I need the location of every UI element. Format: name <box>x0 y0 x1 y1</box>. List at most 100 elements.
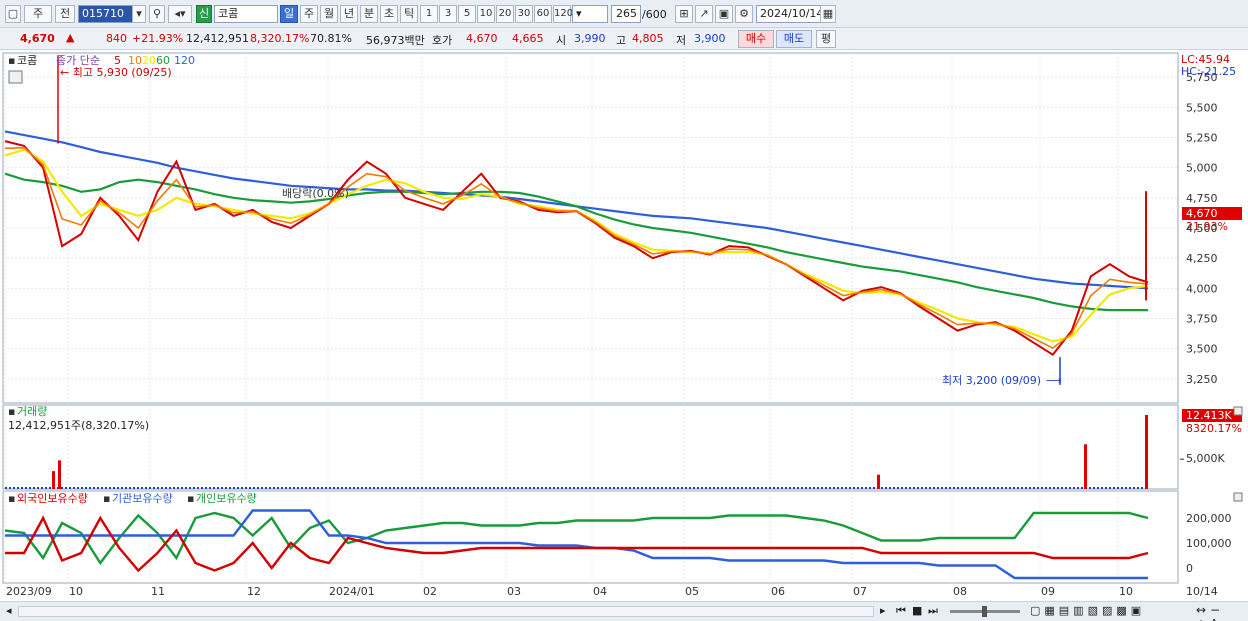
volume-bar <box>473 487 475 489</box>
volume-bar <box>689 487 691 489</box>
slider-thumb[interactable] <box>982 606 987 617</box>
zoom-controls[interactable]: ↔−+A <box>1196 603 1248 621</box>
volume-bar <box>461 487 463 489</box>
range-select[interactable]: 전 <box>55 5 75 23</box>
volume-bar <box>25 487 27 489</box>
bid-label: 호가 <box>432 34 453 47</box>
volume-bar <box>1057 487 1059 489</box>
period-tab-6[interactable]: 틱 <box>400 5 418 23</box>
volume-bar <box>141 487 143 489</box>
volume-bar <box>297 487 299 489</box>
x-tick-label: 06 <box>771 585 785 598</box>
sell-button[interactable]: 매도 <box>776 30 812 48</box>
scroll-right-icon[interactable]: ▸ <box>880 604 886 617</box>
volume-spike <box>1084 444 1087 489</box>
grid-toggle-icon[interactable] <box>8 70 23 84</box>
minute-step-20[interactable]: 20 <box>496 5 514 23</box>
volume-bar <box>761 487 763 489</box>
minute-step-3[interactable]: 3 <box>439 5 457 23</box>
volume-bar <box>113 487 115 489</box>
hc-label: HC:-21.25 <box>1181 65 1236 78</box>
volume-bar <box>385 487 387 489</box>
volume-bar <box>753 487 755 489</box>
minute-step-60[interactable]: 60 <box>534 5 552 23</box>
stock-chart[interactable]: 5,7505,5005,2505,0004,7504,5004,2504,000… <box>0 51 1248 603</box>
volume-bar <box>185 487 187 489</box>
volume-close-icon[interactable] <box>1233 406 1243 416</box>
period-tab-1[interactable]: 주 <box>300 5 318 23</box>
calendar-icon[interactable]: ▦ <box>820 5 836 23</box>
minute-step-10[interactable]: 10 <box>477 5 495 23</box>
scroll-left-icon[interactable]: ◂ <box>6 604 12 617</box>
stop-icon[interactable]: ■ <box>912 604 922 617</box>
buy-button[interactable]: 매수 <box>738 30 774 48</box>
minute-step-120[interactable]: 120 <box>553 5 573 23</box>
volume-bar <box>29 487 31 489</box>
volume-bar <box>569 487 571 489</box>
volume-bar <box>517 487 519 489</box>
volume-bar <box>493 487 495 489</box>
save-icon[interactable]: ▣ <box>715 5 733 23</box>
code-type-select[interactable]: 주 <box>24 5 52 23</box>
volume-bar <box>889 487 891 489</box>
chart-area[interactable]: 5,750 5,500 5,250 5,000 4,750 4,500 4,250 4,000… <box>0 51 1248 603</box>
date-input[interactable]: 2024/10/14 <box>756 5 823 23</box>
speaker-icon[interactable]: ◂▾ <box>168 5 192 23</box>
volume-bar <box>557 487 559 489</box>
volume-bar <box>733 487 735 489</box>
minute-step-5[interactable]: 5 <box>458 5 476 23</box>
volume-bar <box>413 487 415 489</box>
count-input[interactable]: 265 <box>611 5 641 23</box>
period-tab-2[interactable]: 월 <box>320 5 338 23</box>
volume-bar <box>1109 487 1111 489</box>
period-tab-5[interactable]: 초 <box>380 5 398 23</box>
volume-bar <box>125 487 127 489</box>
price-tick-label: 3,500 <box>1186 343 1218 356</box>
stock-name-field[interactable]: 코콤 <box>214 5 278 23</box>
volume-bar <box>61 487 63 489</box>
volume-bar <box>645 487 647 489</box>
volume-bar <box>997 487 999 489</box>
minute-input[interactable]: ▾ <box>572 5 608 23</box>
draw-tool-icon[interactable]: ↗ <box>695 5 713 23</box>
period-tab-0[interactable]: 일 <box>280 5 298 23</box>
minute-step-30[interactable]: 30 <box>515 5 533 23</box>
holdings-close-icon[interactable] <box>1233 492 1243 502</box>
period-tab-3[interactable]: 년 <box>340 5 358 23</box>
volume-bar <box>21 487 23 489</box>
volume-bar <box>629 487 631 489</box>
window-icon[interactable]: ▢ <box>5 5 21 23</box>
volume-bar <box>817 487 819 489</box>
volume-bar <box>577 487 579 489</box>
play-forward-icon[interactable]: ⏭ <box>928 604 938 618</box>
volume-bar <box>357 487 359 489</box>
volume-bar <box>833 487 835 489</box>
code-dropdown-icon[interactable]: ▾ <box>132 5 146 23</box>
volume-bar <box>573 487 575 489</box>
eval-button[interactable]: 평 <box>816 30 836 48</box>
x-tick-label: 04 <box>593 585 607 598</box>
volume-bar <box>1013 487 1015 489</box>
period-tab-4[interactable]: 분 <box>360 5 378 23</box>
volume-spike <box>877 474 880 489</box>
chart-tools-icon[interactable]: ⊞ <box>675 5 693 23</box>
volume-bar <box>397 487 399 489</box>
view-tools-icon[interactable]: ▢▦▤▥▧▨▩▣ <box>1030 604 1145 617</box>
gear-icon[interactable]: ⚙ <box>735 5 753 23</box>
minute-step-1[interactable]: 1 <box>420 5 438 23</box>
volume-bar <box>173 487 175 489</box>
new-listing-tag: 신 <box>196 5 212 23</box>
play-back-icon[interactable]: ⏮ <box>896 604 906 618</box>
volume-bar <box>1037 487 1039 489</box>
volume-bar <box>453 487 455 489</box>
horizontal-scrollbar[interactable] <box>18 606 874 617</box>
x-tick-label-last: 10/14 <box>1186 585 1218 598</box>
ma-legend-120: 120 <box>174 54 195 67</box>
volume-bar <box>565 487 567 489</box>
volume-bar <box>881 487 883 489</box>
volume-bar <box>417 487 419 489</box>
search-icon[interactable]: ⚲ <box>149 5 165 23</box>
volume-bar <box>513 487 515 489</box>
volume-bar <box>69 487 71 489</box>
price-tick-label: 4,250 <box>1186 252 1218 265</box>
